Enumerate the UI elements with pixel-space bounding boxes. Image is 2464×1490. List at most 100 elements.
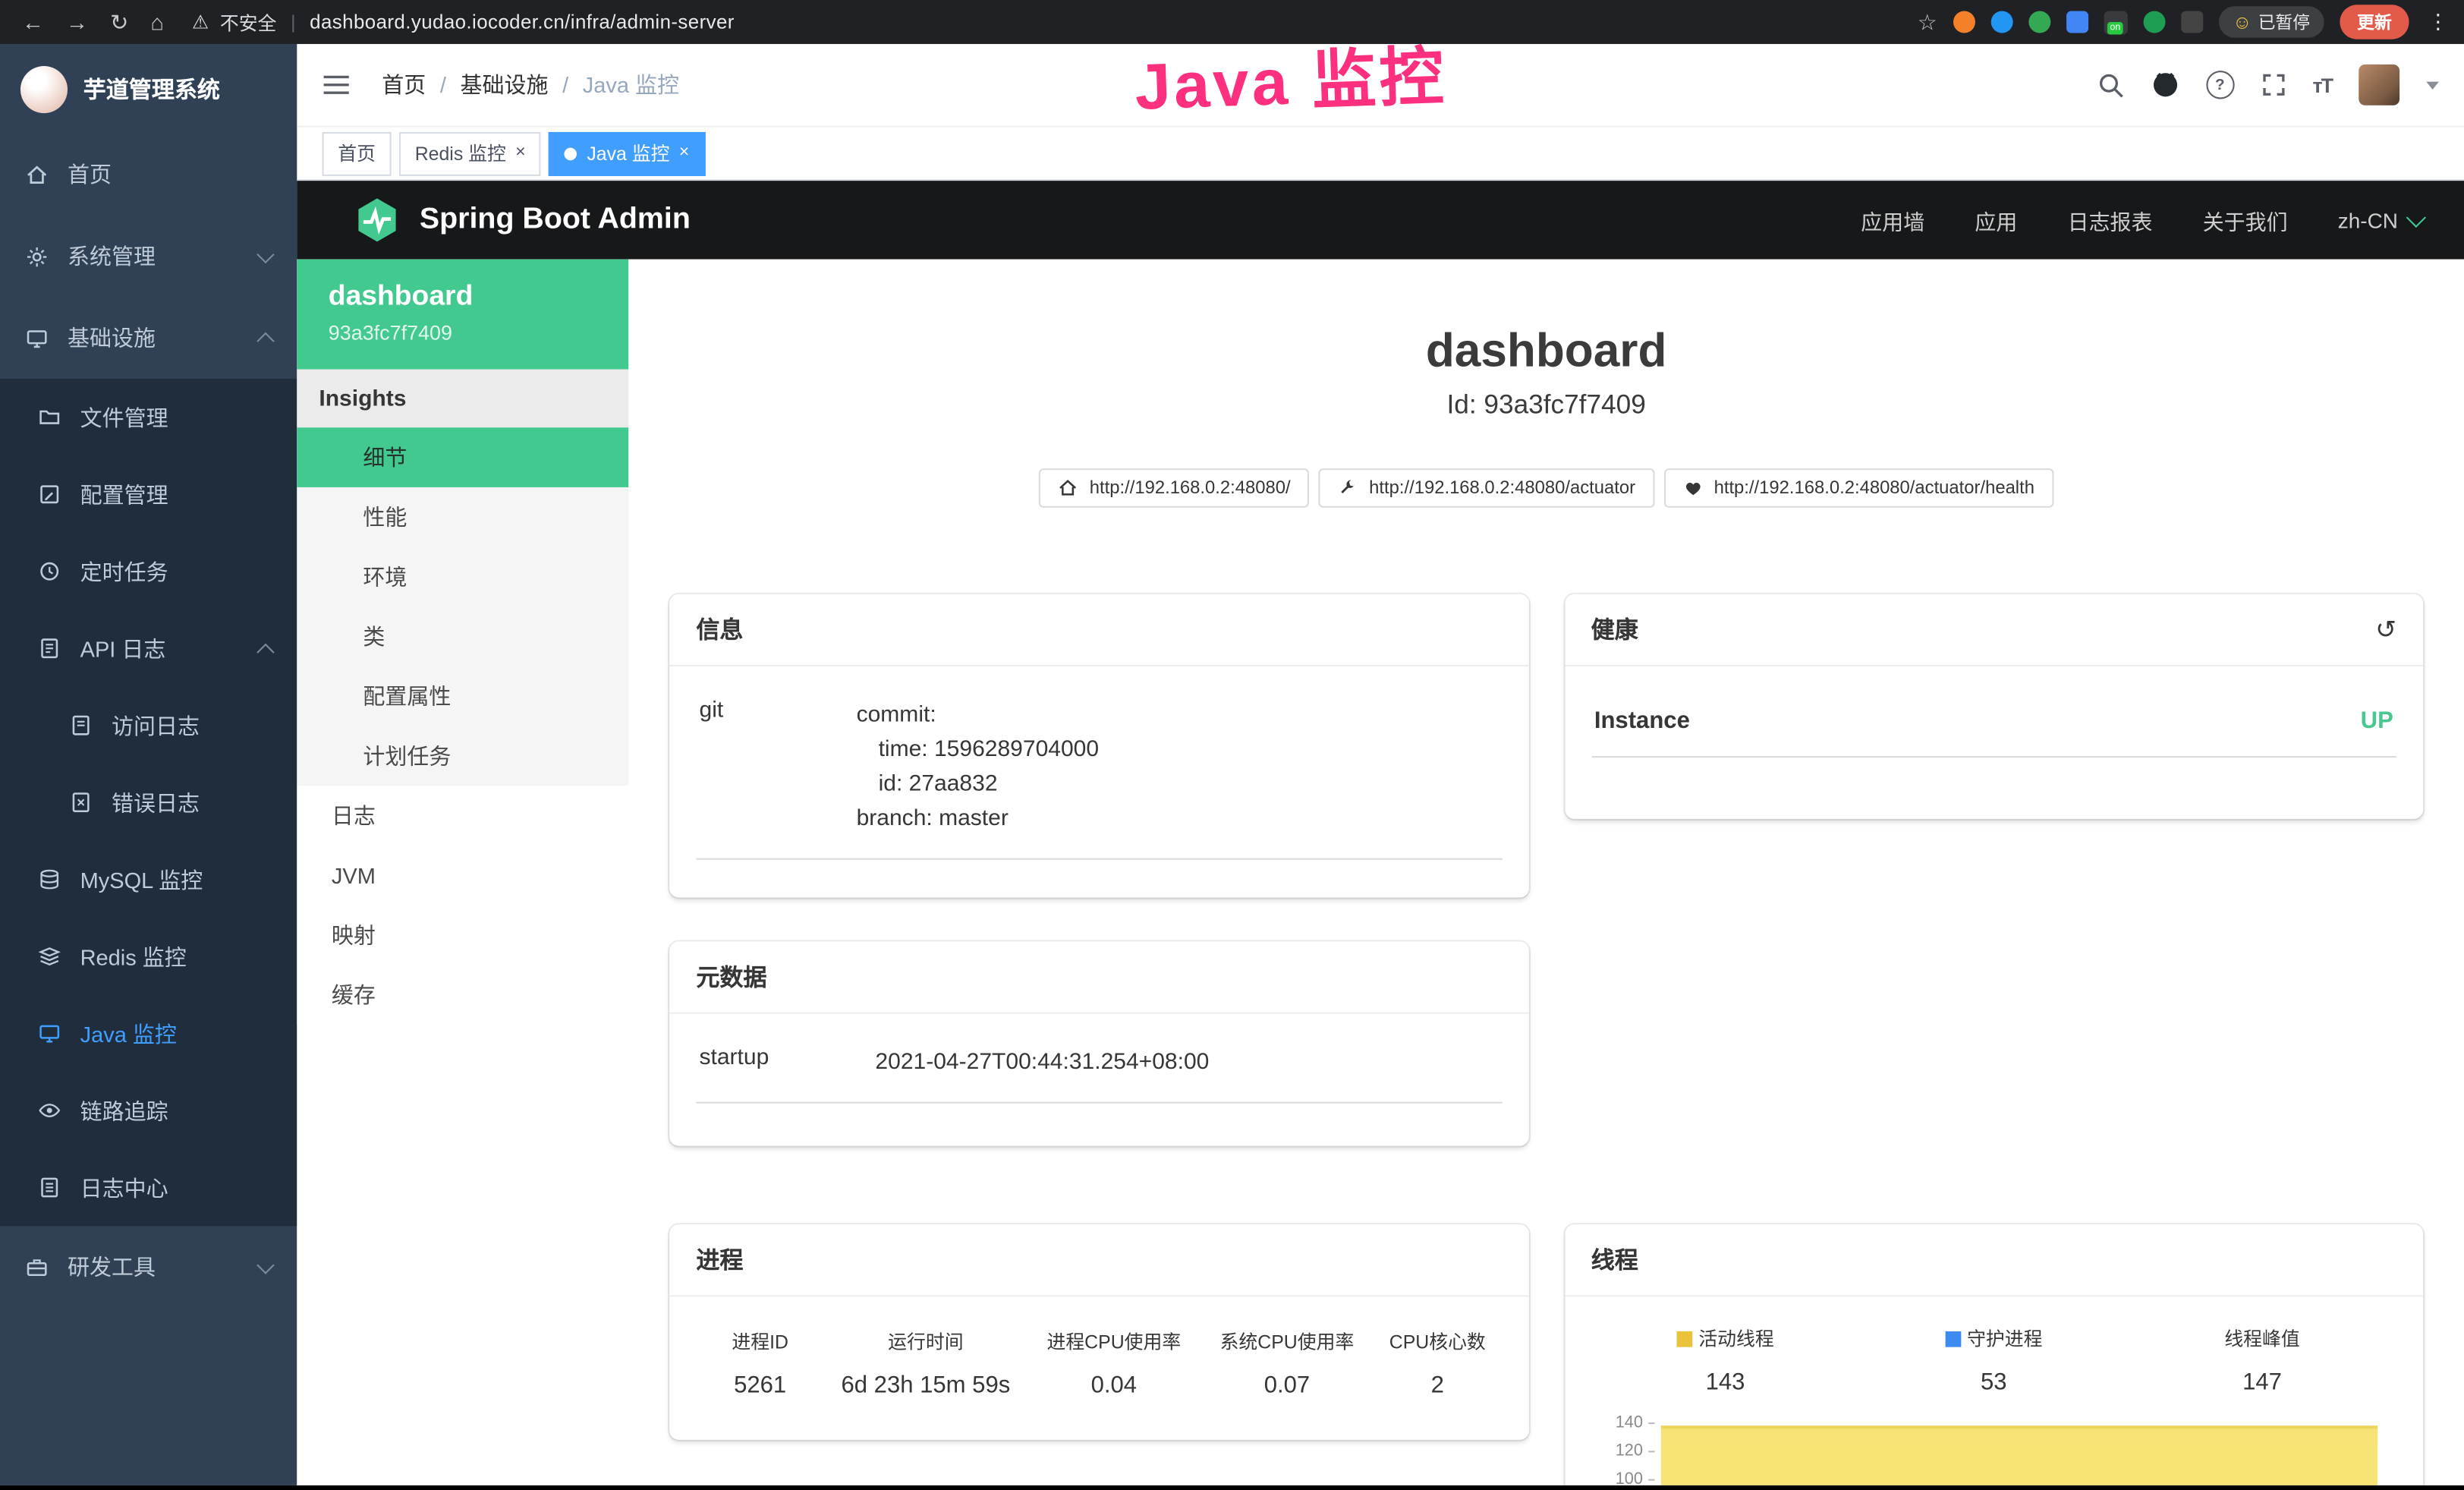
tab-label: 首页 bbox=[338, 140, 376, 166]
sidebar-item-error-logs[interactable]: 错误日志 bbox=[0, 764, 297, 840]
metadata-card-title: 元数据 bbox=[696, 960, 766, 993]
url-divider: | bbox=[291, 11, 295, 33]
sidebar-item-home[interactable]: 首页 bbox=[0, 134, 297, 216]
tags-view-bar: 首页 Redis 监控 × Java 监控 × bbox=[297, 128, 2464, 181]
sidebar-item-infrastructure[interactable]: 基础设施 bbox=[0, 297, 297, 379]
active-threads-area bbox=[1660, 1425, 2377, 1485]
sba-nav-about[interactable]: 关于我们 bbox=[2203, 204, 2288, 235]
database-icon bbox=[38, 868, 61, 891]
git-commit-line: commit: bbox=[857, 698, 1499, 732]
sba-nav-wallboard[interactable]: 应用墙 bbox=[1861, 204, 1924, 235]
legend-item: 活动线程 143 bbox=[1591, 1325, 1860, 1396]
sidebar-item-access-logs[interactable]: 访问日志 bbox=[0, 687, 297, 764]
sba-menu-logs[interactable]: 日志 bbox=[297, 786, 628, 846]
home-icon bbox=[1058, 478, 1078, 499]
threads-legend: 活动线程 143 守护进程 53 线程峰值 bbox=[1591, 1318, 2396, 1395]
sba-menu-environment[interactable]: 环境 bbox=[297, 547, 628, 607]
sidebar-item-api-logs[interactable]: API 日志 bbox=[0, 610, 297, 686]
history-icon[interactable]: ↺ bbox=[2375, 614, 2396, 645]
sba-menu-metrics[interactable]: 性能 bbox=[297, 487, 628, 547]
folder-icon bbox=[38, 405, 61, 429]
tab-redis-monitor[interactable]: Redis 监控 × bbox=[399, 131, 541, 175]
sidebar-item-java-monitor[interactable]: Java 监控 bbox=[0, 995, 297, 1072]
wrench-icon bbox=[1338, 478, 1358, 499]
sba-brand[interactable]: Spring Boot Admin bbox=[354, 197, 691, 244]
sba-language-select[interactable]: zh-CN bbox=[2338, 208, 2423, 232]
instance-link-root[interactable]: http://192.168.0.2:48080/ bbox=[1040, 468, 1310, 508]
on-badge: on bbox=[2107, 21, 2123, 34]
browser-forward-icon[interactable]: → bbox=[66, 11, 88, 33]
browser-reload-icon[interactable]: ↻ bbox=[110, 11, 128, 33]
sba-menu-classes[interactable]: 类 bbox=[297, 606, 628, 666]
avatar-caret-icon[interactable] bbox=[2426, 81, 2439, 89]
help-icon[interactable]: ? bbox=[2206, 71, 2234, 99]
extension-icon-1[interactable] bbox=[1953, 11, 1975, 33]
sidebar-item-devtools[interactable]: 研发工具 bbox=[0, 1226, 297, 1308]
process-stat: CPU核心数 2 bbox=[1374, 1328, 1502, 1399]
browser-menu-icon[interactable]: ⋮ bbox=[2428, 9, 2448, 34]
breadcrumb-home[interactable]: 首页 bbox=[382, 69, 426, 100]
health-status-badge: UP bbox=[2361, 707, 2393, 734]
breadcrumb-section[interactable]: 基础设施 bbox=[461, 69, 549, 100]
bookmark-star-icon[interactable]: ☆ bbox=[1918, 11, 1937, 33]
sidebar-item-tracing[interactable]: 链路追踪 bbox=[0, 1072, 297, 1148]
browser-back-icon[interactable]: ← bbox=[22, 11, 44, 33]
instance-link-health[interactable]: http://192.168.0.2:48080/actuator/health bbox=[1663, 468, 2053, 508]
extension-icon-5[interactable] bbox=[2143, 11, 2165, 33]
sidebar-item-mysql-monitor[interactable]: MySQL 监控 bbox=[0, 841, 297, 918]
sba-menu-scheduled-tasks[interactable]: 计划任务 bbox=[297, 726, 628, 786]
sba-menu-configprops[interactable]: 配置属性 bbox=[297, 666, 628, 726]
sidebar-item-label: 基础设施 bbox=[68, 323, 156, 354]
process-stat: 进程CPU使用率 0.04 bbox=[1027, 1328, 1201, 1399]
sidebar-item-log-center[interactable]: 日志中心 bbox=[0, 1149, 297, 1226]
tab-home[interactable]: 首页 bbox=[323, 131, 392, 175]
close-icon[interactable]: × bbox=[679, 145, 689, 162]
document-icon bbox=[38, 637, 61, 660]
extension-on-icon[interactable]: on bbox=[2104, 10, 2127, 33]
sidebar-item-label: MySQL 监控 bbox=[80, 864, 203, 895]
heart-icon bbox=[1682, 478, 1703, 499]
process-stat: 系统CPU使用率 0.07 bbox=[1201, 1328, 1374, 1399]
metadata-key: startup bbox=[700, 1045, 876, 1080]
sba-instance-header[interactable]: dashboard 93a3fc7f7409 bbox=[297, 260, 628, 370]
sba-menu-details[interactable]: 细节 bbox=[297, 427, 628, 487]
close-icon[interactable]: × bbox=[515, 145, 525, 162]
fullscreen-icon[interactable] bbox=[2261, 72, 2286, 97]
sidebar-item-file-management[interactable]: 文件管理 bbox=[0, 379, 297, 455]
threads-chart-plot bbox=[1660, 1415, 2377, 1485]
tab-label: Java 监控 bbox=[587, 140, 669, 166]
sidebar-item-scheduled-jobs[interactable]: 定时任务 bbox=[0, 533, 297, 610]
extension-icon-6[interactable] bbox=[2181, 11, 2203, 33]
chevron-down-icon bbox=[256, 245, 274, 263]
extension-icon-2[interactable] bbox=[1990, 11, 2012, 33]
browser-update-button[interactable]: 更新 bbox=[2340, 5, 2409, 39]
sba-menu-jvm[interactable]: JVM bbox=[297, 846, 628, 906]
instance-link-actuator[interactable]: http://192.168.0.2:48080/actuator bbox=[1319, 468, 1654, 508]
extension-icon-3[interactable] bbox=[2028, 11, 2050, 33]
hamburger-icon[interactable] bbox=[323, 74, 351, 96]
browser-home-icon[interactable]: ⌂ bbox=[150, 11, 164, 33]
sba-nav-applications[interactable]: 应用 bbox=[1975, 204, 2017, 235]
font-size-icon[interactable]: тT bbox=[2313, 73, 2332, 96]
sidebar-item-redis-monitor[interactable]: Redis 监控 bbox=[0, 918, 297, 994]
screen-bottom-edge bbox=[0, 1485, 2464, 1490]
search-icon[interactable] bbox=[2097, 71, 2124, 98]
sidebar-item-system[interactable]: 系统管理 bbox=[0, 216, 297, 298]
health-row: Instance UP bbox=[1591, 688, 2396, 758]
sba-nav-journal[interactable]: 日志报表 bbox=[2068, 204, 2153, 235]
tab-java-monitor[interactable]: Java 监控 × bbox=[549, 131, 705, 175]
info-key: git bbox=[700, 698, 857, 836]
main-sidebar: 芋道管理系统 首页 系统管理 基础设施 文件管理 bbox=[0, 44, 297, 1485]
sidebar-item-config-management[interactable]: 配置管理 bbox=[0, 456, 297, 533]
paused-badge[interactable]: ☺ 已暂停 bbox=[2218, 6, 2324, 37]
user-avatar[interactable] bbox=[2359, 65, 2399, 106]
sba-menu-mappings[interactable]: 映射 bbox=[297, 906, 628, 966]
github-icon[interactable] bbox=[2151, 71, 2179, 99]
app-logo[interactable]: 芋道管理系统 bbox=[0, 44, 297, 134]
address-bar[interactable]: ⚠ 不安全 | dashboard.yudao.iocoder.cn/infra… bbox=[192, 8, 735, 35]
extension-icon-4[interactable] bbox=[2066, 11, 2088, 33]
annotation-text: Java 监控 bbox=[1133, 23, 1448, 128]
sidebar-item-label: API 日志 bbox=[80, 632, 166, 663]
chevron-up-icon bbox=[256, 332, 274, 350]
sba-menu-caches[interactable]: 缓存 bbox=[297, 965, 628, 1025]
